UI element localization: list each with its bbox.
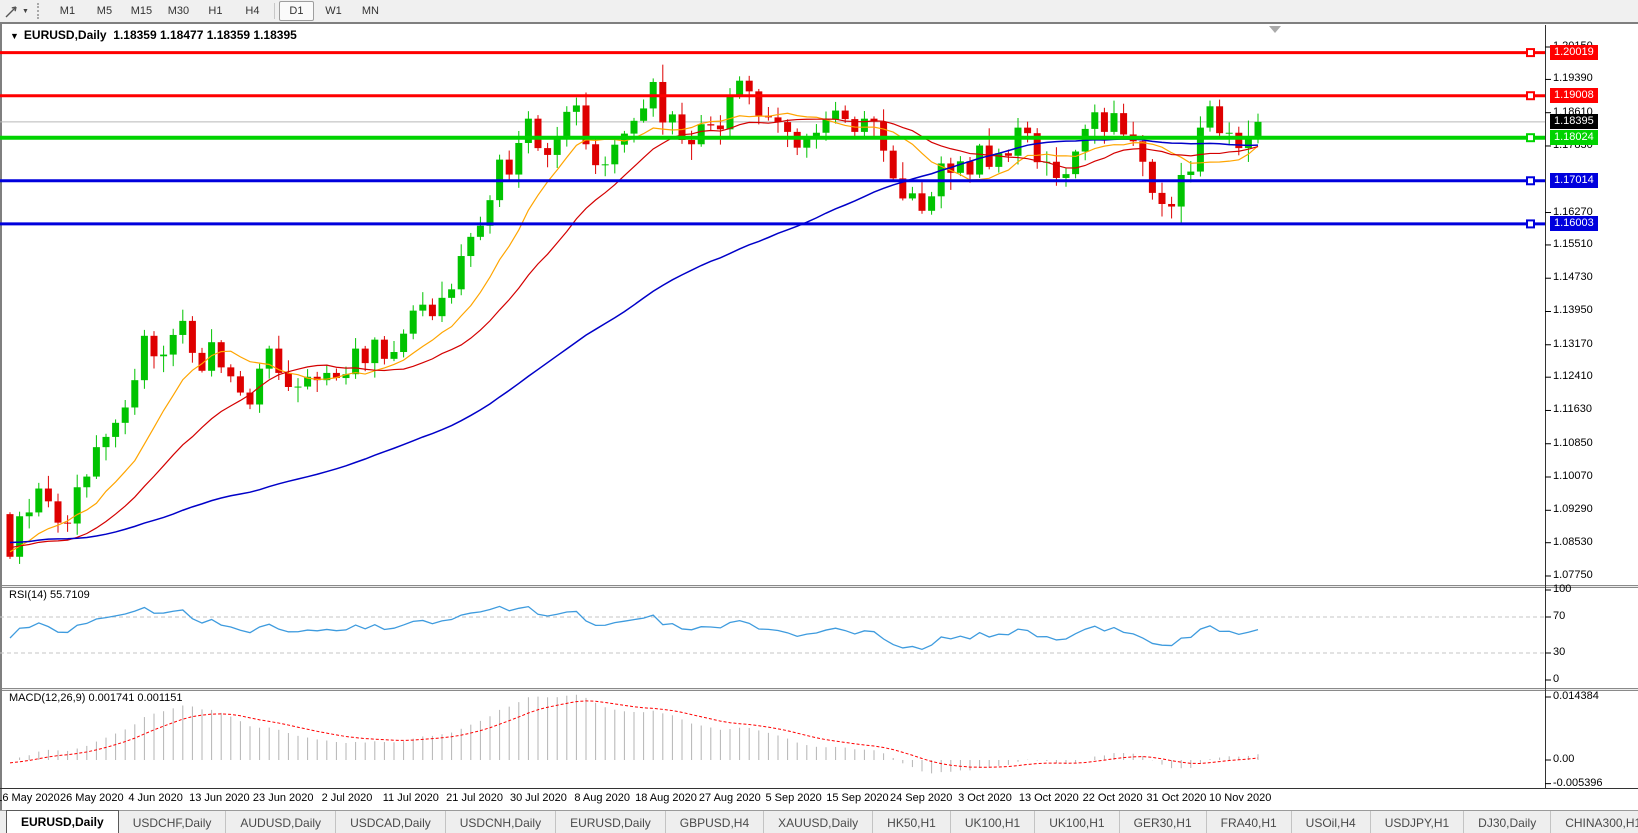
timeframe-button-M30[interactable]: M30 (161, 1, 196, 21)
price-level-badge: 1.20019 (1550, 45, 1598, 60)
tab-GER30-H1[interactable]: GER30,H1 (1120, 811, 1207, 833)
axis-tick-label: 0.014384 (1553, 690, 1599, 702)
date-tick-label: 4 Jun 2020 (128, 792, 182, 804)
ohlc-values: 1.18359 1.18477 1.18359 1.18395 (113, 28, 297, 42)
price-level-badge: 1.18395 (1550, 114, 1598, 129)
axis-tick-label: 30 (1553, 646, 1565, 658)
timeframe-buttons: M1M5M15M30H1H4 D1W1MN (49, 1, 389, 21)
axis-tick-label: 1.09290 (1553, 503, 1593, 515)
axis-tick-label: 1.11630 (1553, 403, 1592, 415)
macd-label: MACD(12,26,9) 0.001741 0.001151 (9, 692, 182, 704)
date-tick-label: 13 Jun 2020 (189, 792, 250, 804)
price-level-badge: 1.18024 (1550, 130, 1598, 145)
date-tick-label: 21 Jul 2020 (446, 792, 503, 804)
tab-USDCAD-Daily[interactable]: USDCAD,Daily (336, 811, 446, 833)
date-tick-label: 30 Jul 2020 (510, 792, 567, 804)
tab-DJ30-Daily[interactable]: DJ30,Daily (1464, 811, 1551, 833)
tab-EURUSD-Daily[interactable]: EURUSD,Daily (556, 811, 666, 833)
price-level-badge: 1.17014 (1550, 173, 1598, 188)
symbol-dropdown-icon[interactable]: ▼ (10, 31, 19, 41)
date-tick-label: 26 May 2020 (60, 792, 124, 804)
timeframe-button-H4[interactable]: H4 (235, 1, 270, 21)
axis-tick-label: 100 (1553, 583, 1571, 595)
date-tick-label: 31 Oct 2020 (1146, 792, 1206, 804)
date-tick-label: 23 Jun 2020 (253, 792, 314, 804)
macd-name: MACD(12,26,9) (9, 692, 85, 704)
timeframe-button-M1[interactable]: M1 (50, 1, 85, 21)
date-tick-label: 18 Aug 2020 (635, 792, 697, 804)
toolbar-separator (274, 3, 275, 19)
date-tick-label: 15 Sep 2020 (826, 792, 888, 804)
tab-FRA40-H1[interactable]: FRA40,H1 (1207, 811, 1292, 833)
chart-header: ▼ EURUSD,Daily 1.18359 1.18477 1.18359 1.… (10, 28, 297, 42)
date-tick-label: 22 Oct 2020 (1083, 792, 1143, 804)
timeframe-button-MN[interactable]: MN (353, 1, 388, 21)
toolbar-grip[interactable] (37, 3, 43, 19)
axis-tick-label: 0.00 (1553, 753, 1574, 765)
tab-CHINA300-H1[interactable]: CHINA300,H1 (1551, 811, 1638, 833)
price-level-badge: 1.16003 (1550, 216, 1598, 231)
axis-tick-label: 1.13950 (1553, 304, 1593, 316)
rsi-name: RSI(14) (9, 589, 47, 601)
tab-UK100-H1[interactable]: UK100,H1 (951, 811, 1035, 833)
cursor-tool-button[interactable]: ▼ (0, 1, 33, 21)
date-tick-label: 27 Aug 2020 (699, 792, 761, 804)
date-tick-label: 13 Oct 2020 (1019, 792, 1079, 804)
tool-dropdown-icon[interactable]: ▼ (22, 8, 29, 15)
tab-GBPUSD-H4[interactable]: GBPUSD,H4 (666, 811, 764, 833)
price-level-badge: 1.19008 (1550, 88, 1598, 103)
axis-tick-label: -0.005396 (1553, 777, 1603, 789)
timeframe-button-M15[interactable]: M15 (124, 1, 159, 21)
cursor-tool-icon (4, 4, 19, 19)
date-tick-label: 11 Jul 2020 (383, 792, 439, 804)
chart-window[interactable] (0, 22, 1638, 810)
timeframe-button-H1[interactable]: H1 (198, 1, 233, 21)
date-tick-label: 3 Oct 2020 (958, 792, 1012, 804)
date-axis: 16 May 202026 May 2020 4 Jun 2020 13 Jun 2… (0, 789, 1638, 809)
symbol-label: EURUSD,Daily (24, 28, 107, 42)
symbol-tabs: EURUSD,DailyUSDCHF,DailyAUDUSD,DailyUSDC… (0, 810, 1638, 833)
tab-AUDUSD-Daily[interactable]: AUDUSD,Daily (226, 811, 336, 833)
macd-values: 0.001741 0.001151 (88, 692, 182, 704)
date-tick-label: 10 Nov 2020 (1209, 792, 1271, 804)
tab-USOil-H4[interactable]: USOil,H4 (1292, 811, 1371, 833)
axis-tick-label: 70 (1553, 610, 1565, 622)
tab-HK50-H1[interactable]: HK50,H1 (873, 811, 951, 833)
rsi-value: 55.7109 (50, 589, 90, 601)
tab-USDJPY-H1[interactable]: USDJPY,H1 (1371, 811, 1464, 833)
axis-tick-label: 1.14730 (1553, 271, 1593, 283)
tabs-container: EURUSD,DailyUSDCHF,DailyAUDUSD,DailyUSDC… (0, 811, 1638, 833)
axis-tick-label: 1.08530 (1553, 536, 1593, 548)
axis-tick-label: 0 (1553, 673, 1559, 685)
axis-tick-label: 1.12410 (1553, 370, 1593, 382)
axis-tick-label: 1.10850 (1553, 437, 1593, 449)
date-tick-label: 5 Sep 2020 (765, 792, 821, 804)
date-tick-label: 24 Sep 2020 (890, 792, 952, 804)
axis-tick-label: 1.13170 (1553, 338, 1593, 350)
timeframe-toolbar: ▼ M1M5M15M30H1H4 D1W1MN (0, 0, 1638, 23)
date-tick-label: 16 May 2020 (0, 792, 60, 804)
mt4-window: ▼ M1M5M15M30H1H4 D1W1MN ▼ EURUSD,Daily 1.1… (0, 0, 1638, 833)
axis-tick-label: 1.07750 (1553, 569, 1593, 581)
timeframe-button-D1[interactable]: D1 (279, 1, 314, 21)
tab-XAUUSD-Daily[interactable]: XAUUSD,Daily (764, 811, 873, 833)
date-tick-label: 2 Jul 2020 (322, 792, 373, 804)
pane-separator[interactable] (2, 688, 1638, 691)
axis-tick-label: 1.10070 (1553, 470, 1593, 482)
timeframe-button-M5[interactable]: M5 (87, 1, 122, 21)
tab-EURUSD-Daily[interactable]: EURUSD,Daily (6, 810, 119, 833)
timeframe-button-W1[interactable]: W1 (316, 1, 351, 21)
rsi-label: RSI(14) 55.7109 (9, 589, 90, 601)
axis-tick-label: 1.19390 (1553, 72, 1593, 84)
tab-USDCHF-Daily[interactable]: USDCHF,Daily (119, 811, 227, 833)
axis-tick-label: 1.15510 (1553, 238, 1593, 250)
date-tick-label: 8 Aug 2020 (574, 792, 630, 804)
tab-USDCNH-Daily[interactable]: USDCNH,Daily (446, 811, 556, 833)
price-axis: 1.201501.193901.186101.178301.162701.155… (1549, 0, 1638, 810)
tab-UK100-H1[interactable]: UK100,H1 (1035, 811, 1119, 833)
pane-separator[interactable] (2, 585, 1638, 588)
